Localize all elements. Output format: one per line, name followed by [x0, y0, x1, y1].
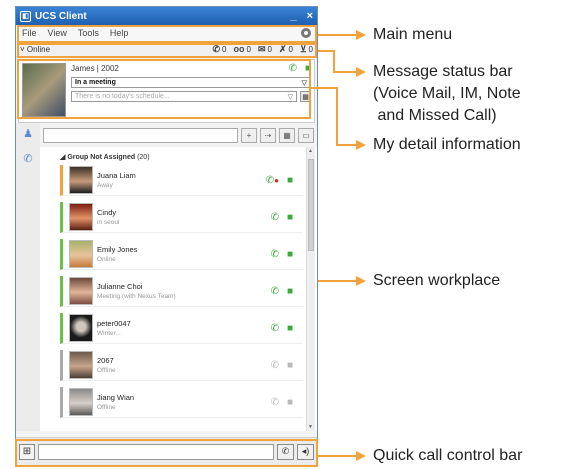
avatar	[69, 388, 93, 416]
contact-row[interactable]: Cindy in seoul ✆ ■	[60, 202, 303, 233]
callout-status-bar-3: and Missed Call)	[373, 107, 497, 124]
contact-name: 2067	[97, 356, 114, 365]
side-tabs: ♟ ✆	[16, 123, 40, 431]
contact-status: Offline	[97, 404, 116, 411]
avatar	[69, 240, 93, 268]
contact-name: Juana Liam	[97, 171, 136, 180]
group-count: (20)	[137, 154, 150, 161]
phone-busy-icon[interactable]: ✆●	[266, 175, 279, 186]
app-logo-icon: ◧	[20, 10, 31, 22]
contact-name: Jiang Wian	[97, 393, 135, 402]
video-icon[interactable]: ■	[287, 249, 293, 260]
callout-quick-call: Quick call control bar	[373, 447, 523, 464]
avatar	[69, 166, 93, 194]
contact-name: Cindy	[97, 208, 117, 217]
scroll-down-icon[interactable]: ▼	[308, 424, 313, 430]
contact-status: Away	[97, 182, 113, 189]
quick-call-highlight	[15, 439, 318, 467]
group-name: Group Not Assigned	[67, 154, 136, 161]
contact-status: Meeting (with Nexus Team)	[97, 293, 176, 300]
main-menu-highlight	[17, 25, 317, 43]
scrollbar-thumb[interactable]	[308, 159, 314, 251]
detail-arrowhead	[356, 140, 366, 150]
contact-status: Online	[97, 256, 116, 263]
minimize-button[interactable]: _	[290, 10, 296, 22]
callout-status-bar-1: Message status bar	[373, 63, 513, 80]
call-history-tab-icon[interactable]: ✆	[23, 152, 32, 165]
video-icon[interactable]: ■	[287, 397, 293, 408]
window-title: UCS Client	[35, 10, 87, 22]
workplace-arrowhead	[356, 276, 366, 286]
callout-workplace: Screen workplace	[373, 272, 501, 289]
contact-row[interactable]: Emily Jones Online ✆ ■	[60, 239, 303, 270]
phone-icon[interactable]: ✆	[271, 397, 279, 408]
contact-status: Winter...	[97, 330, 121, 337]
phone-icon[interactable]: ✆	[271, 249, 279, 260]
video-icon[interactable]: ■	[287, 323, 293, 334]
callout-main-menu: Main menu	[373, 26, 453, 43]
status-bar-arrow-h2	[333, 71, 358, 73]
quick-call-arrowhead	[356, 451, 366, 461]
contact-row[interactable]: Julianne Choi Meeting (with Nexus Team) …	[60, 276, 303, 307]
quick-call-arrow	[318, 455, 358, 457]
callout-status-bar-2: (Voice Mail, IM, Note	[373, 85, 521, 102]
video-icon[interactable]: ■	[287, 212, 293, 223]
contact-name: peter0047	[97, 319, 131, 328]
contact-name: Julianne Choi	[97, 282, 143, 291]
contact-row[interactable]: Jiang Wian Offline ✆ ■	[60, 387, 303, 418]
view-mode-button[interactable]: ▦	[279, 127, 295, 143]
search-input[interactable]	[43, 127, 238, 143]
scroll-up-icon[interactable]: ▲	[308, 148, 313, 154]
contact-row[interactable]: Juana Liam Away ✆● ■	[60, 165, 303, 196]
chat-button[interactable]: ▭	[298, 127, 314, 143]
contact-list: ◢ Group Not Assigned (20) Juana Liam Awa…	[40, 147, 317, 431]
contact-row[interactable]: 2067 Offline ✆ ■	[60, 350, 303, 381]
detail-arrow-h2	[336, 144, 358, 146]
avatar	[69, 314, 93, 342]
status-bar-arrowhead	[356, 67, 366, 77]
detail-arrow-v	[336, 87, 338, 145]
video-icon[interactable]: ■	[287, 360, 293, 371]
search-toolbar: + ⇢ ▦ ▭	[40, 123, 317, 147]
callout-detail: My detail information	[373, 136, 521, 153]
status-bar-arrow-h1	[318, 50, 334, 52]
workplace-arrow	[318, 280, 358, 282]
phone-icon[interactable]: ✆	[271, 360, 279, 371]
main-menu-arrowhead	[356, 30, 366, 40]
contact-status: Offline	[97, 367, 116, 374]
contact-status: in seoul	[97, 219, 120, 226]
avatar	[69, 351, 93, 379]
phone-icon[interactable]: ✆	[271, 286, 279, 297]
status-bar-arrow-v	[333, 50, 335, 72]
detail-arrow-h1	[311, 87, 337, 89]
main-menu-arrow	[318, 34, 358, 36]
add-contact-button[interactable]: +	[241, 127, 257, 143]
contact-list-scrollbar[interactable]: ▲ ▼	[306, 147, 315, 431]
video-icon[interactable]: ■	[287, 175, 293, 186]
close-button[interactable]: ×	[307, 10, 313, 22]
title-bar: ◧ UCS Client _ ×	[16, 7, 317, 25]
screen-workplace: ♟ ✆ + ⇢ ▦ ▭ ◢ Group Not Assigned (20) Ju	[16, 123, 317, 431]
phone-icon[interactable]: ✆	[271, 323, 279, 334]
contact-name: Emily Jones	[97, 245, 138, 254]
move-contact-button[interactable]: ⇢	[260, 127, 276, 143]
avatar	[69, 203, 93, 231]
video-icon[interactable]: ■	[287, 286, 293, 297]
status-bar-highlight	[17, 43, 317, 58]
contacts-tab-icon[interactable]: ♟	[23, 127, 33, 140]
phone-icon[interactable]: ✆	[271, 212, 279, 223]
group-header[interactable]: ◢ Group Not Assigned (20)	[40, 147, 317, 165]
contact-row[interactable]: peter0047 Winter... ✆ ■	[60, 313, 303, 344]
avatar	[69, 277, 93, 305]
my-detail-highlight	[17, 59, 311, 119]
